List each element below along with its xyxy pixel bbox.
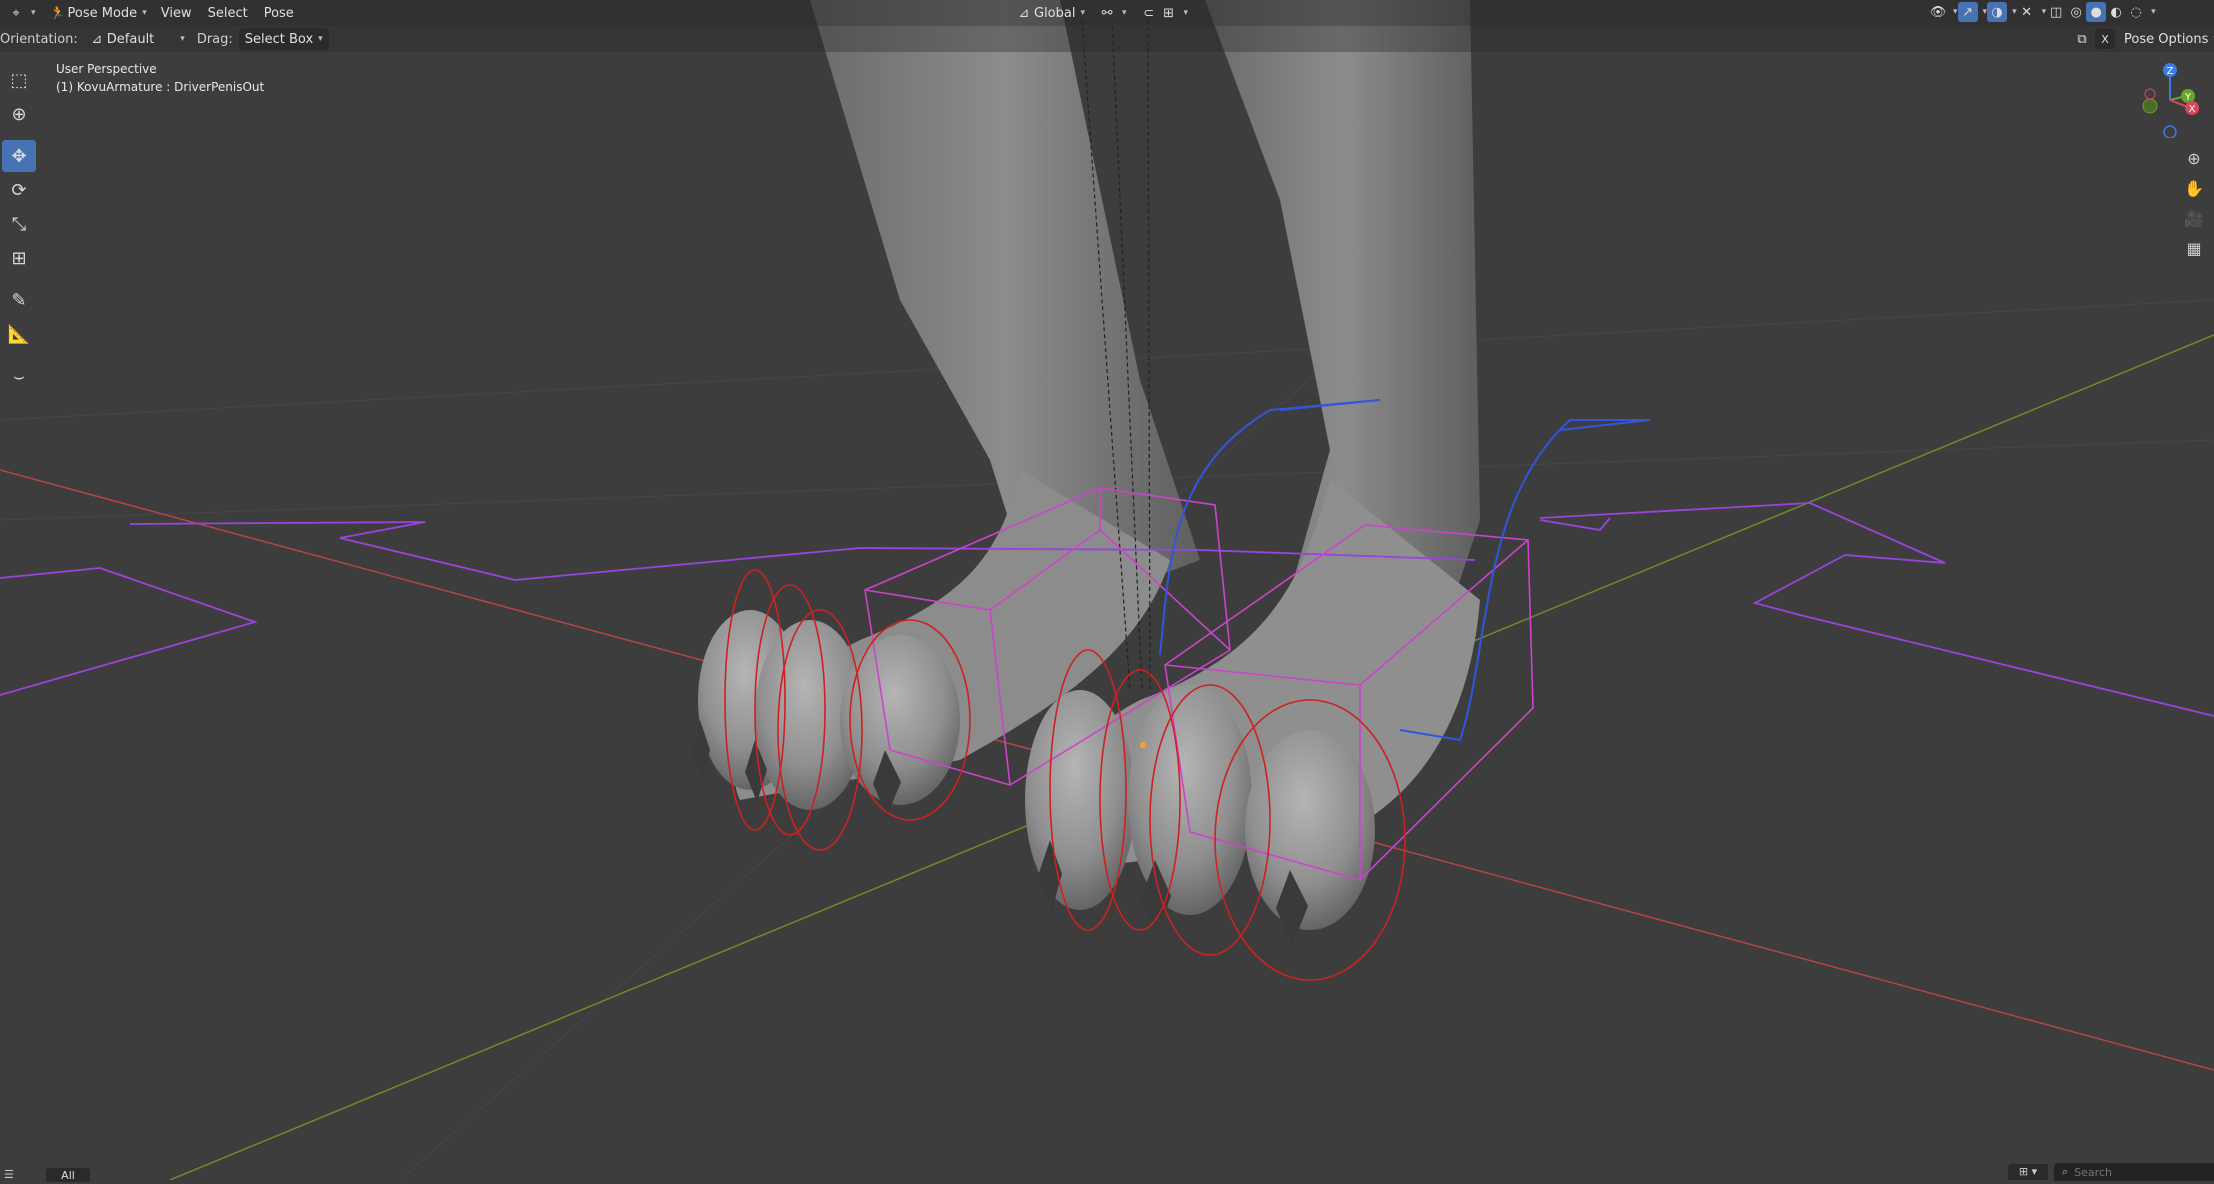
select-box-icon[interactable]: ⬚ (2, 64, 36, 96)
xray-icon[interactable]: ◫ (2046, 2, 2066, 22)
mode-dropdown[interactable]: 🏃 Pose Mode ▾ (42, 2, 153, 24)
gizmo-neg-z-handle[interactable] (2163, 125, 2177, 138)
chevron-down-icon: ▾ (180, 34, 185, 44)
menu-select[interactable]: Select (200, 2, 256, 24)
magnet-icon: ⊂ (1143, 5, 1154, 21)
chevron-down-icon: ▾ (1953, 7, 1958, 17)
chevron-down-icon: ▾ (142, 8, 147, 18)
transform-orientation-dropdown[interactable]: ⊿ Global ▾ (1008, 2, 1091, 24)
annotate-icon[interactable]: ✎ (2, 284, 36, 316)
relax-pose-icon[interactable]: ⌣ (2, 360, 36, 392)
wireframe-shading-icon[interactable]: ◎ (2066, 2, 2086, 22)
search-field[interactable]: ⌕ (2054, 1163, 2214, 1181)
axis-icon: ⌖ (12, 5, 20, 21)
rotate-icon[interactable]: ⟳ (2, 174, 36, 206)
viewport-shading-group: 👁 ▾ ↗ ▾ ◑ ▾ ✕ ▾ ◫ ◎ ● ◐ ◌ ▾ (1928, 2, 2156, 22)
gizmo-neg-x-handle[interactable] (2144, 88, 2156, 100)
cursor-icon[interactable]: ⊕ (2, 98, 36, 130)
origin-dot (1140, 742, 1146, 748)
gizmo-neg-y-handle[interactable] (2142, 98, 2158, 114)
pose-options-label: Pose Options (2124, 31, 2209, 47)
view-name: User Perspective (56, 62, 157, 76)
pose-icon: 🏃 (49, 5, 66, 21)
move-icon[interactable]: ✥ (2, 140, 36, 172)
toolbar: ⬚ ⊕ ✥ ⟳ ⤡ ⊞ ✎ 📐 ⌣ (0, 62, 38, 394)
orientation-label: Global (1034, 5, 1076, 21)
chevron-down-icon: ▾ (1183, 8, 1189, 18)
orientation-value: Default (106, 31, 155, 47)
chevron-down-icon: ▾ (2151, 7, 2156, 17)
gizmo-z-label: Z (2167, 66, 2174, 77)
rendered-shading-icon[interactable]: ◌ (2126, 2, 2146, 22)
chevron-down-icon: ▾ (31, 8, 36, 18)
gizmo-icon[interactable]: ↗ (1957, 2, 1978, 22)
navigation-gizmo[interactable]: Z Y X (2128, 58, 2208, 138)
drag-label: Drag: (196, 31, 233, 47)
bone-overlay-icon[interactable]: ✕ (2017, 2, 2037, 22)
orientation-icon: ⊿ (1018, 5, 1030, 21)
snap-grid-icon: ⊞ (1163, 5, 1174, 21)
gizmo-x-label: X (2189, 104, 2196, 115)
3d-viewport[interactable] (0, 0, 2214, 1180)
scale-icon[interactable]: ⤡ (2, 208, 36, 240)
pivot-dropdown[interactable]: ⚯ ▾ (1091, 2, 1133, 24)
camera-icon[interactable]: 🎥 (2181, 204, 2207, 232)
transform-icon[interactable]: ⊞ (2, 242, 36, 274)
visibility-icon[interactable]: 👁 (1928, 2, 1948, 22)
editor-type-button[interactable]: ⌖ ▾ (0, 2, 42, 24)
zoom-icon[interactable]: ⊕ (2181, 144, 2207, 172)
search-icon: ⌕ (2062, 1165, 2069, 1178)
transform-group: ⊿ Global ▾ ⚯ ▾ ⊂ ⊞ ▾ (1008, 2, 1194, 24)
toolbar-separator (0, 276, 38, 282)
viewport-header: ⌖ ▾ 🏃 Pose Mode ▾ View Select Pose ⊿ Global ▾… (0, 0, 2214, 26)
x-mirror-toggle[interactable]: X (2095, 29, 2115, 49)
orientation-icon: ⊿ (91, 31, 103, 47)
measure-icon[interactable]: 📐 (2, 318, 36, 350)
orientation-dropdown[interactable]: ⊿ Default ▾ (81, 28, 191, 50)
tool-settings-bar: Orientation: ⊿ Default ▾ Drag: Select Box ▾… (0, 26, 2214, 52)
chevron-down-icon: ▾ (318, 34, 323, 44)
search-input[interactable] (2072, 1164, 2197, 1180)
toolbar-separator (0, 352, 38, 358)
solid-shading-icon[interactable]: ● (2086, 2, 2107, 22)
mirror-icon[interactable]: ⧉ (2072, 29, 2092, 49)
material-shading-icon[interactable]: ◐ (2106, 2, 2126, 22)
snap-toggle[interactable]: ⊂ ⊞ ▾ (1133, 2, 1195, 24)
link-icon: ⚯ (1101, 5, 1113, 21)
navigation-buttons: ⊕ ✋ 🎥 ▦ (2181, 144, 2209, 264)
pose-options-group: ⧉ X Pose Options▾ (2072, 28, 2214, 50)
viewport-info: User Perspective (1) KovuArmature : Driv… (56, 60, 264, 96)
perspective-grid-icon[interactable]: ▦ (2181, 234, 2207, 262)
toolbar-separator (0, 132, 38, 138)
chevron-down-icon: ▾ (1122, 8, 1127, 18)
overlay-icon[interactable]: ◑ (1987, 2, 2008, 22)
active-object-label: (1) KovuArmature : DriverPenisOut (56, 80, 265, 94)
drag-value: Select Box (244, 31, 314, 47)
pan-hand-icon[interactable]: ✋ (2181, 174, 2207, 202)
pose-options-dropdown[interactable]: Pose Options▾ (2118, 28, 2214, 50)
grid-view-icon[interactable]: ⊞ ▾ (2008, 1164, 2048, 1180)
menu-pose[interactable]: Pose (256, 2, 302, 24)
mode-label: Pose Mode (67, 5, 138, 21)
drag-dropdown[interactable]: Select Box ▾ (238, 28, 329, 50)
chevron-down-icon: ▾ (1080, 8, 1086, 18)
menu-view[interactable]: View (153, 2, 200, 24)
orientation-label: Orientation: (0, 31, 78, 47)
